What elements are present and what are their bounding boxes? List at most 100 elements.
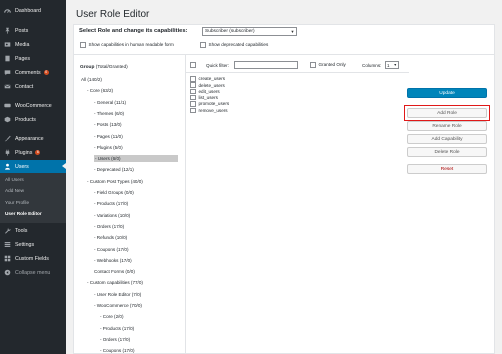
- group-column-divider: [185, 54, 186, 354]
- group-tree-item[interactable]: - Core (2/0): [100, 313, 124, 320]
- capability-label: create_users: [198, 76, 226, 82]
- header-divider: [74, 54, 494, 55]
- columns-select-value: 1: [387, 62, 390, 68]
- human-readable-label: Show capabilities in human readable form: [88, 42, 174, 48]
- add-capability-button[interactable]: Add Capability: [407, 134, 487, 144]
- role-select[interactable]: Subscriber (subscriber) ▼: [202, 27, 297, 36]
- comments-count-badge: 0: [43, 70, 49, 75]
- group-tree-item[interactable]: - Custom Post Types (40/0): [87, 178, 143, 185]
- group-tree-item[interactable]: - Orders (17/0): [94, 223, 124, 230]
- menu-appearance[interactable]: Appearance: [0, 132, 66, 145]
- menu-products[interactable]: Products: [0, 113, 66, 126]
- group-tree-item[interactable]: - Field Groups (0/0): [94, 189, 134, 196]
- chevron-down-icon: ▼: [393, 63, 397, 67]
- group-tree-item[interactable]: - Users (6/0): [94, 155, 178, 163]
- group-tree-item[interactable]: - General (11/1): [94, 99, 126, 106]
- group-tree-item[interactable]: - Deprecated (12/1): [94, 166, 134, 173]
- capability-row[interactable]: delete_users: [190, 82, 225, 88]
- submenu-your-profile[interactable]: Your Profile: [5, 200, 29, 205]
- users-icon: [2, 163, 12, 170]
- page-title: User Role Editor: [76, 9, 150, 20]
- group-tree-item[interactable]: - Products (17/0): [94, 200, 128, 207]
- menu-label: Contact: [15, 83, 34, 90]
- menu-users[interactable]: Users: [0, 160, 66, 173]
- capability-checkbox[interactable]: [190, 88, 196, 95]
- menu-label: Comments: [15, 69, 41, 76]
- deprecated-toggle[interactable]: Show deprecated capabilities: [200, 42, 268, 48]
- group-tree-item[interactable]: All (140/2): [81, 76, 102, 83]
- capability-label: promote_users: [198, 101, 230, 107]
- group-tree-item[interactable]: - WooCommerce (70/0): [94, 302, 142, 309]
- menu-label: Products: [15, 116, 36, 123]
- human-readable-checkbox[interactable]: [80, 42, 86, 48]
- group-tree-item[interactable]: - Variations (10/0): [94, 212, 130, 219]
- capability-checkbox[interactable]: [190, 107, 196, 113]
- reset-button[interactable]: Reset: [407, 164, 487, 174]
- menu-comments[interactable]: Comments 0: [0, 66, 66, 79]
- group-tree-item[interactable]: - Posts (13/0): [94, 121, 122, 128]
- capability-checkbox[interactable]: [190, 82, 196, 88]
- group-tree-item[interactable]: - Orders (17/0): [100, 336, 130, 343]
- granted-only-checkbox[interactable]: [310, 62, 316, 68]
- menu-label: Settings: [15, 241, 35, 248]
- plug-icon: [2, 149, 12, 156]
- group-tree-item[interactable]: - Pages (11/0): [94, 133, 123, 140]
- rename-role-button[interactable]: Rename Role: [407, 121, 487, 131]
- submenu-add-new[interactable]: Add New: [5, 188, 24, 193]
- capability-label: list_users: [198, 95, 218, 101]
- group-tree-item[interactable]: - Refunds (10/0): [94, 234, 127, 241]
- capability-checkbox[interactable]: [190, 94, 196, 101]
- quick-filter-input[interactable]: [234, 61, 298, 69]
- deprecated-checkbox[interactable]: [200, 42, 206, 48]
- capability-row[interactable]: promote_users: [190, 101, 229, 107]
- brush-icon: [2, 135, 12, 142]
- group-header-rest: (Total/Granted): [94, 65, 128, 70]
- group-tree-item[interactable]: - Themes (6/0): [94, 110, 124, 117]
- group-tree-item[interactable]: - Plugins (5/0): [94, 144, 123, 151]
- human-readable-toggle[interactable]: Show capabilities in human readable form: [80, 42, 174, 48]
- menu-pages[interactable]: Pages: [0, 52, 66, 65]
- menu-label: Media: [15, 41, 30, 48]
- capability-checkbox[interactable]: [190, 101, 196, 107]
- capability-row[interactable]: remove_users: [190, 107, 228, 113]
- box-icon: [2, 116, 12, 123]
- menu-plugins[interactable]: Plugins 6: [0, 146, 66, 159]
- update-button[interactable]: Update: [407, 88, 487, 98]
- menu-media[interactable]: Media: [0, 38, 66, 51]
- group-tree-item[interactable]: - Webhooks (17/0): [94, 257, 132, 264]
- columns-select[interactable]: 1 ▼: [385, 61, 399, 69]
- menu-woocommerce[interactable]: WooCommerce: [0, 99, 66, 112]
- mail-icon: [2, 83, 12, 90]
- delete-role-button[interactable]: Delete Role: [407, 147, 487, 157]
- group-tree-item[interactable]: - Coupons (17/0): [100, 347, 134, 354]
- menu-dashboard[interactable]: Dashboard: [0, 4, 66, 17]
- submenu-user-role-editor[interactable]: User Role Editor: [5, 211, 42, 216]
- granted-only-toggle[interactable]: Granted Only: [310, 62, 346, 68]
- menu-collapse[interactable]: Collapse menu: [0, 266, 66, 279]
- capability-checkbox[interactable]: [190, 76, 196, 82]
- group-tree-item[interactable]: - Custom capabilities (77/0): [87, 279, 143, 286]
- custom-fields-icon: [2, 255, 12, 262]
- group-tree-item[interactable]: - Products (17/0): [100, 325, 134, 332]
- group-tree-item[interactable]: - Coupons (17/0): [94, 246, 128, 253]
- group-tree-item[interactable]: - User Role Editor (7/0): [94, 291, 141, 298]
- role-editor-panel: Select Role and change its capabilities:…: [73, 24, 495, 354]
- capability-row[interactable]: create_users: [190, 76, 225, 82]
- capability-row[interactable]: list_users: [190, 94, 218, 101]
- capability-row[interactable]: edit_users: [190, 88, 220, 95]
- pin-icon: [2, 27, 12, 34]
- menu-label: Plugins: [15, 149, 33, 156]
- plugins-update-badge: 6: [35, 150, 41, 155]
- menu-settings[interactable]: Settings: [0, 238, 66, 251]
- menu-contact[interactable]: Contact: [0, 80, 66, 93]
- group-tree-item[interactable]: - Core (63/2): [87, 87, 113, 94]
- menu-custom-fields[interactable]: Custom Fields: [0, 252, 66, 265]
- menu-tools[interactable]: Tools: [0, 224, 66, 237]
- group-tree-item[interactable]: Contact Forms (0/0): [94, 268, 135, 275]
- select-all-checkbox[interactable]: [190, 62, 196, 68]
- wrench-icon: [2, 227, 12, 234]
- menu-posts[interactable]: Posts: [0, 24, 66, 37]
- page-icon: [2, 55, 12, 62]
- menu-label: Custom Fields: [15, 255, 49, 262]
- submenu-all-users[interactable]: All Users: [5, 177, 24, 182]
